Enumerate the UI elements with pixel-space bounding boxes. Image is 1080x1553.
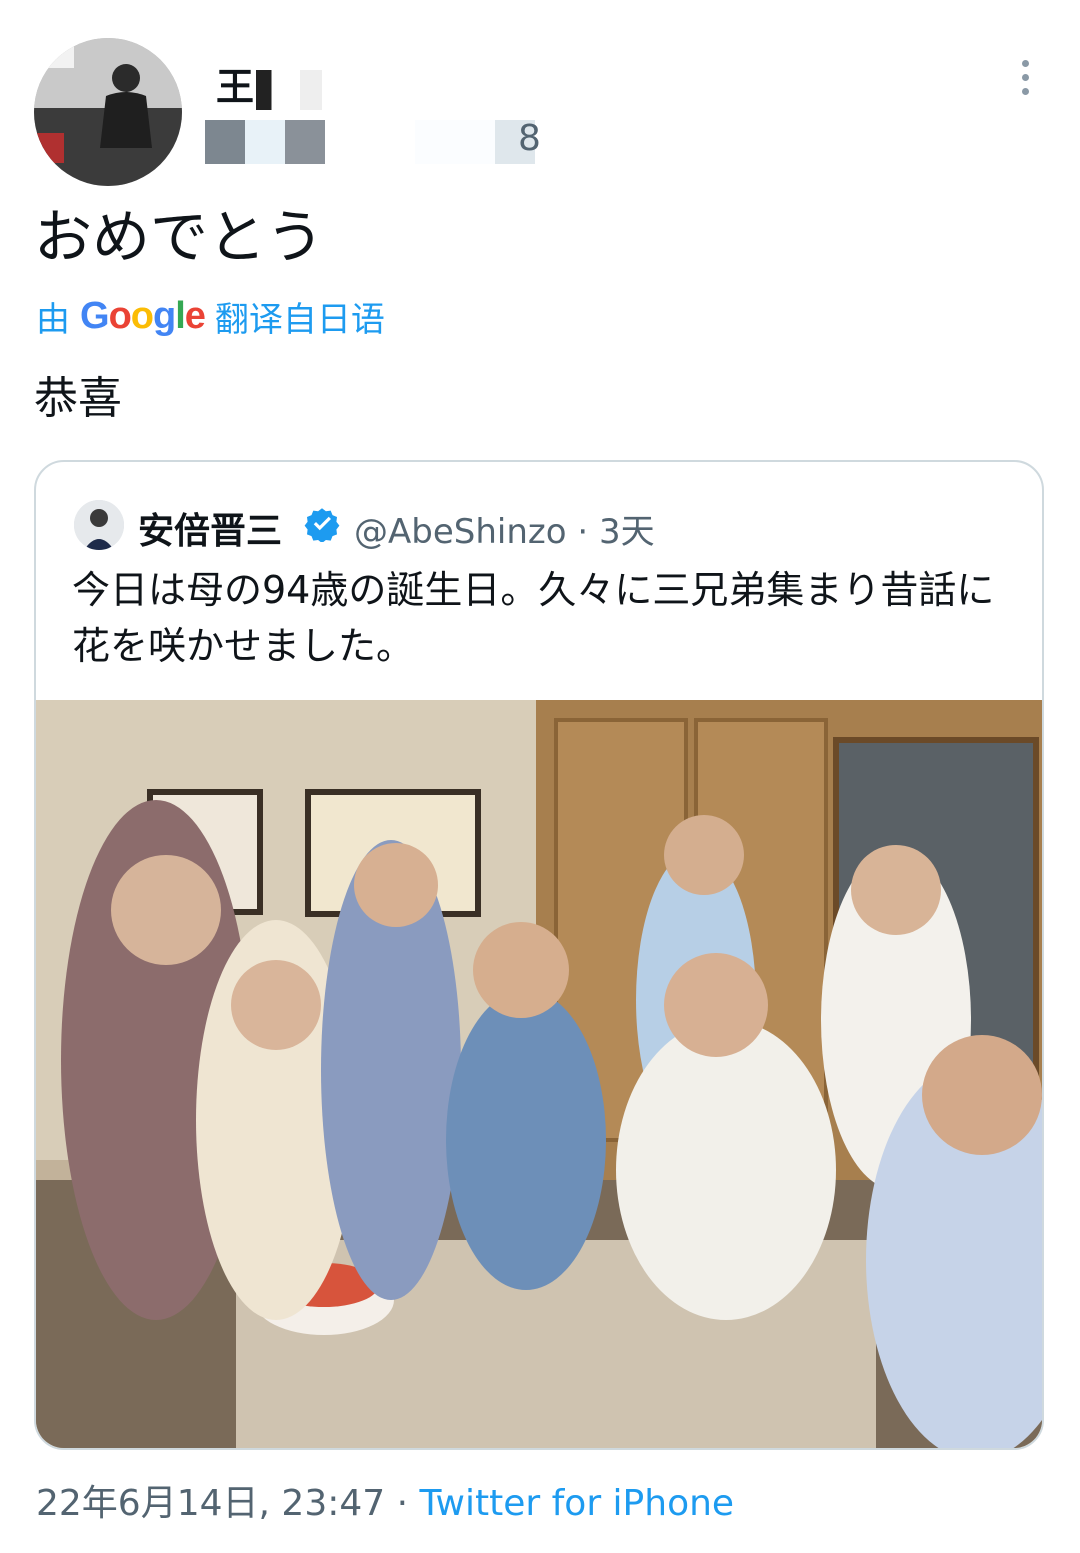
quoted-author-handle[interactable]: @AbeShinzo — [354, 512, 567, 552]
quoted-author-name[interactable]: 安倍晋三 — [138, 502, 282, 554]
quoted-tweet-time[interactable]: 3天 — [599, 512, 655, 552]
handle-redaction — [205, 120, 535, 164]
footer-separator: · — [396, 1483, 409, 1524]
tweet-source[interactable]: Twitter for iPhone — [420, 1483, 735, 1524]
quoted-tweet[interactable]: 安倍晋三 @AbeShinzo · 3天 今日は母の94歳の誕生日。久々に三兄弟… — [34, 460, 1044, 1450]
author-name[interactable]: 王 — [216, 56, 367, 111]
verified-badge-icon — [304, 508, 340, 542]
quoted-author-meta: @AbeShinzo · 3天 — [354, 504, 655, 553]
tweet-timestamp[interactable]: 22年6月14日, 23:47 — [36, 1483, 385, 1524]
tweet-photo[interactable] — [36, 700, 1042, 1448]
translated-text: 恭喜 — [34, 373, 122, 424]
translation-attribution[interactable]: 由 Google 翻译自日语 — [36, 292, 385, 341]
author-avatar[interactable] — [34, 38, 182, 186]
more-vertical-icon[interactable] — [1012, 60, 1038, 100]
quoted-tweet-text: 今日は母の94歳の誕生日。久々に三兄弟集まり昔話に花を咲かせました。 — [72, 568, 995, 668]
tweet-footer: 22年6月14日, 23:47 · Twitter for iPhone — [36, 1474, 734, 1526]
google-logo: Google — [80, 295, 206, 337]
translation-prefix: 由 — [36, 300, 70, 340]
translation-suffix: 翻译自日语 — [214, 300, 385, 340]
name-redaction — [256, 69, 367, 110]
meta-separator: · — [577, 512, 589, 552]
quoted-author-avatar[interactable] — [74, 500, 124, 550]
tweet: 王 8 おめでとう 由 Google 翻译自日语 恭喜 安倍晋三 @AbeShi… — [0, 0, 1080, 1553]
author-handle-suffix: 8 — [518, 118, 541, 159]
tweet-text: おめでとう — [34, 203, 325, 271]
